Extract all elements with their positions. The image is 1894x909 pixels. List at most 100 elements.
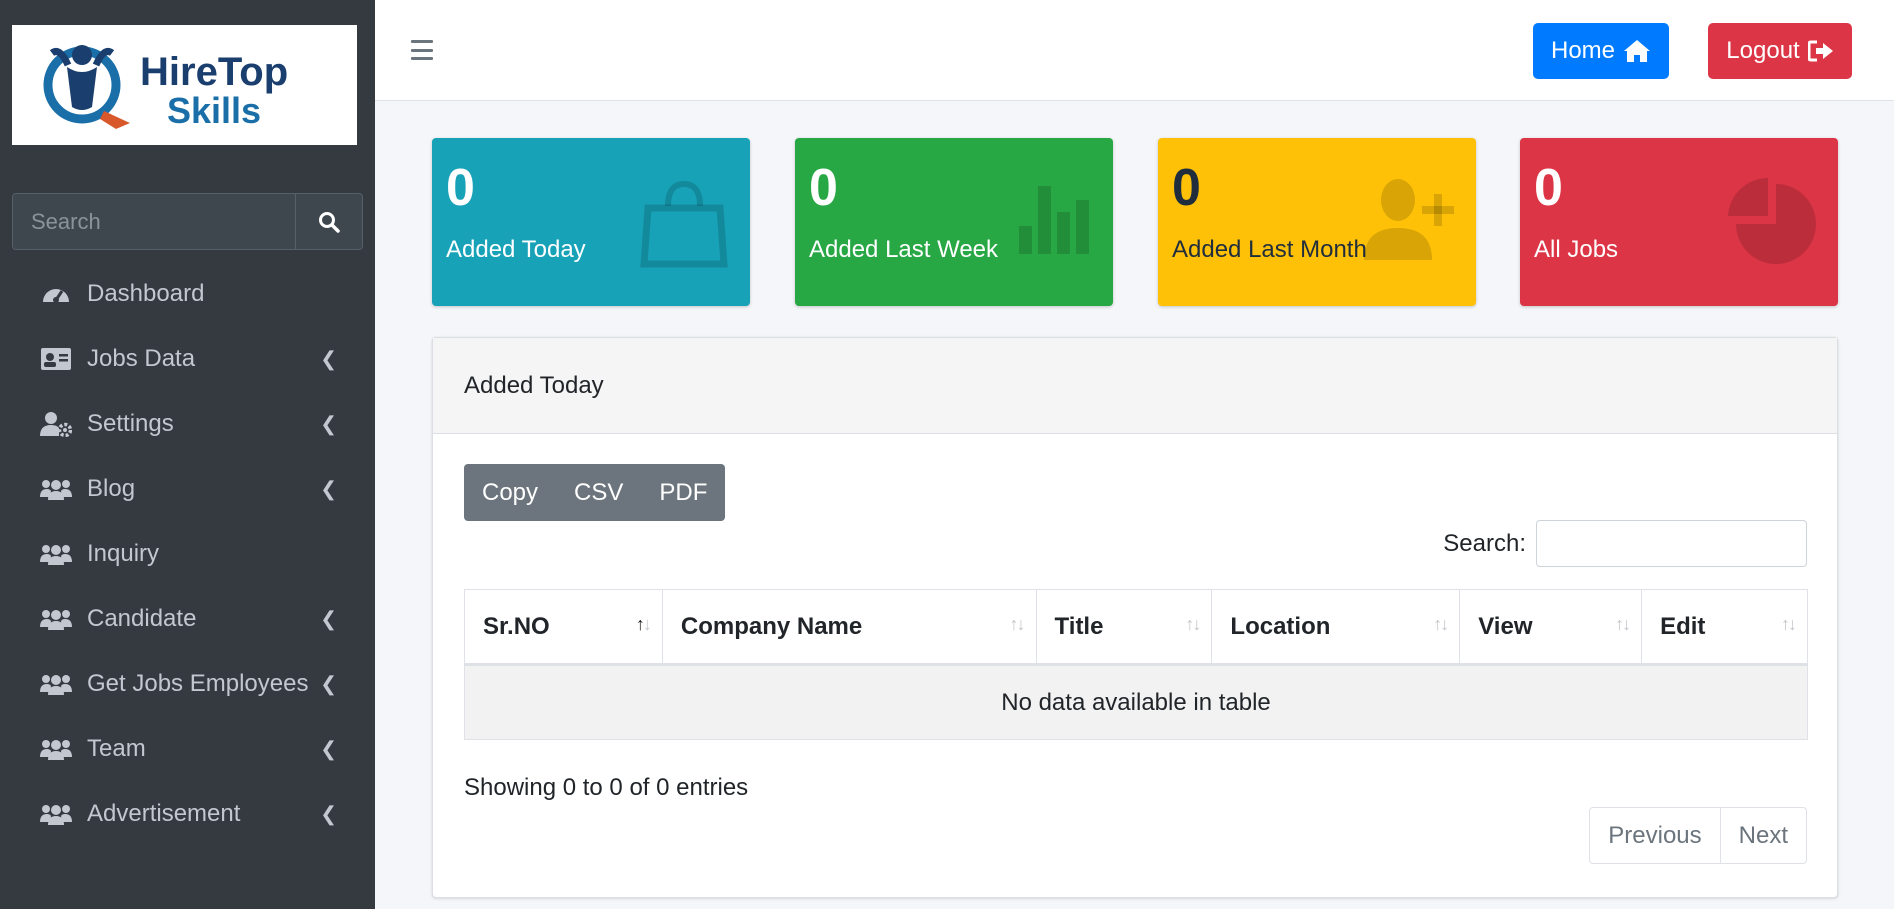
- jobs-table: Sr.NO ↑↓ Company Name ↑↓ Title ↑↓ Location ↑…: [464, 589, 1808, 740]
- previous-page-button[interactable]: Previous: [1590, 808, 1719, 863]
- sidebar-item-candidate[interactable]: Candidate ❮: [0, 586, 375, 651]
- sidebar-item-label: Get Jobs Employees: [87, 669, 309, 697]
- logout-button[interactable]: Logout: [1708, 23, 1852, 79]
- sidebar-search-input[interactable]: [13, 194, 295, 249]
- column-header-company-name[interactable]: Company Name ↑↓: [661, 589, 1037, 666]
- chevron-left-icon: ❮: [320, 413, 337, 435]
- users-icon: [40, 801, 72, 827]
- copy-button[interactable]: Copy: [464, 464, 556, 521]
- home-button-label: Home: [1550, 37, 1616, 64]
- export-button-group: Copy CSV PDF: [464, 464, 726, 521]
- stat-label: Added Today: [446, 236, 586, 263]
- table-search: Search:: [1443, 520, 1807, 567]
- users-icon: [40, 541, 72, 567]
- svg-text:Skills: Skills: [167, 90, 261, 131]
- pagination: Previous Next: [1589, 807, 1807, 864]
- sidebar-search-button[interactable]: [295, 194, 362, 249]
- sidebar-item-label: Blog: [87, 474, 136, 502]
- stat-box-added-last-month[interactable]: 0 Added Last Month: [1158, 138, 1476, 306]
- sidebar-item-label: Inquiry: [87, 539, 160, 567]
- column-header-title[interactable]: Title ↑↓: [1035, 589, 1213, 666]
- column-header-label: Edit: [1660, 612, 1706, 640]
- sort-icon: ↑↓: [1781, 614, 1797, 634]
- logo-mark-icon: HireTop Skills: [43, 45, 288, 131]
- table-info: Showing 0 to 0 of 0 entries: [464, 774, 749, 801]
- pdf-button[interactable]: PDF: [641, 464, 725, 521]
- top-navbar: Home Logout: [375, 0, 1894, 101]
- column-header-label: View: [1478, 612, 1533, 640]
- stat-label: Added Last Month: [1172, 236, 1367, 263]
- column-header-label: Title: [1054, 612, 1104, 640]
- card-title: Added Today: [433, 338, 1837, 434]
- sidebar-item-label: Team: [87, 734, 146, 762]
- user-plus-icon: [1360, 176, 1456, 267]
- table-header-row: Sr.NO ↑↓ Company Name ↑↓ Title ↑↓ Location ↑…: [464, 589, 1808, 666]
- chevron-left-icon: ❮: [320, 738, 337, 760]
- sidebar-item-advertisement[interactable]: Advertisement ❮: [0, 781, 375, 846]
- sidebar-search: [12, 193, 363, 250]
- logo[interactable]: HireTop Skills: [12, 25, 357, 145]
- users-icon: [40, 606, 72, 632]
- shopping-bag-icon: [638, 176, 730, 273]
- column-header-label: Location: [1230, 612, 1331, 640]
- stat-label: All Jobs: [1534, 236, 1619, 263]
- chevron-left-icon: ❮: [320, 673, 337, 695]
- sidebar-item-label: Dashboard: [87, 279, 205, 307]
- home-icon: [1624, 40, 1651, 62]
- sidebar-item-get-jobs-employees[interactable]: Get Jobs Employees ❮: [0, 651, 375, 716]
- stat-value: 0: [809, 159, 838, 217]
- user-cog-icon: [40, 411, 72, 437]
- stat-box-added-last-week[interactable]: 0 Added Last Week: [795, 138, 1113, 306]
- stat-value: 0: [1534, 159, 1563, 217]
- tachometer-icon: [40, 281, 72, 307]
- column-header-label: Company Name: [680, 612, 863, 640]
- sign-out-icon: [1807, 40, 1833, 62]
- stat-label: Added Last Week: [809, 236, 999, 263]
- sort-icon: ↑↓: [1433, 614, 1449, 634]
- table-search-label: Search:: [1443, 529, 1526, 557]
- sort-icon: ↑↓: [1615, 614, 1631, 634]
- logout-button-label: Logout: [1726, 37, 1800, 64]
- chevron-left-icon: ❮: [320, 803, 337, 825]
- sidebar-item-team[interactable]: Team ❮: [0, 716, 375, 781]
- svg-text:HireTop: HireTop: [140, 50, 288, 94]
- column-header-sr-no[interactable]: Sr.NO ↑↓: [464, 589, 663, 666]
- sidebar-item-dashboard[interactable]: Dashboard: [0, 261, 375, 326]
- added-today-card: Added Today Copy CSV PDF Search: Sr.NO ↑↓…: [432, 337, 1838, 898]
- table-search-input[interactable]: [1536, 520, 1807, 567]
- hamburger-menu-icon[interactable]: [411, 40, 433, 60]
- stat-value: 0: [446, 159, 475, 217]
- id-card-icon: [40, 346, 72, 372]
- sidebar-item-blog[interactable]: Blog ❮: [0, 456, 375, 521]
- users-icon: [40, 736, 72, 762]
- sidebar-item-label: Settings: [87, 409, 174, 437]
- table-row: No data available in table: [464, 664, 1808, 740]
- column-header-label: Sr.NO: [483, 612, 550, 640]
- empty-table-message: No data available in table: [464, 664, 1808, 740]
- pie-chart-icon: [1724, 176, 1818, 275]
- chevron-left-icon: ❮: [320, 348, 337, 370]
- bar-chart-icon: [1017, 176, 1093, 259]
- csv-button[interactable]: CSV: [556, 464, 641, 521]
- chevron-left-icon: ❮: [320, 478, 337, 500]
- sidebar-item-settings[interactable]: Settings ❮: [0, 391, 375, 456]
- search-icon: [319, 211, 340, 233]
- next-page-button[interactable]: Next: [1719, 808, 1806, 863]
- sort-icon: ↑↓: [1009, 614, 1026, 634]
- sidebar-item-jobs-data[interactable]: Jobs Data ❮: [0, 326, 375, 391]
- stat-box-added-today[interactable]: 0 Added Today: [432, 138, 750, 306]
- users-icon: [40, 671, 72, 697]
- sort-asc-icon: ↑↓: [635, 614, 652, 634]
- sidebar-nav: Dashboard Jobs Data ❮ Settings ❮ Blog ❮: [0, 261, 375, 846]
- stat-box-all-jobs[interactable]: 0 All Jobs: [1520, 138, 1838, 306]
- sidebar-item-label: Advertisement: [87, 799, 241, 827]
- sort-icon: ↑↓: [1185, 614, 1201, 634]
- users-icon: [40, 476, 72, 502]
- stat-value: 0: [1172, 159, 1201, 217]
- column-header-edit[interactable]: Edit ↑↓: [1641, 589, 1808, 666]
- column-header-location[interactable]: Location ↑↓: [1211, 589, 1461, 666]
- sidebar-item-label: Jobs Data: [87, 344, 196, 372]
- sidebar-item-inquiry[interactable]: Inquiry: [0, 521, 375, 586]
- column-header-view[interactable]: View ↑↓: [1459, 589, 1643, 666]
- home-button[interactable]: Home: [1533, 23, 1669, 79]
